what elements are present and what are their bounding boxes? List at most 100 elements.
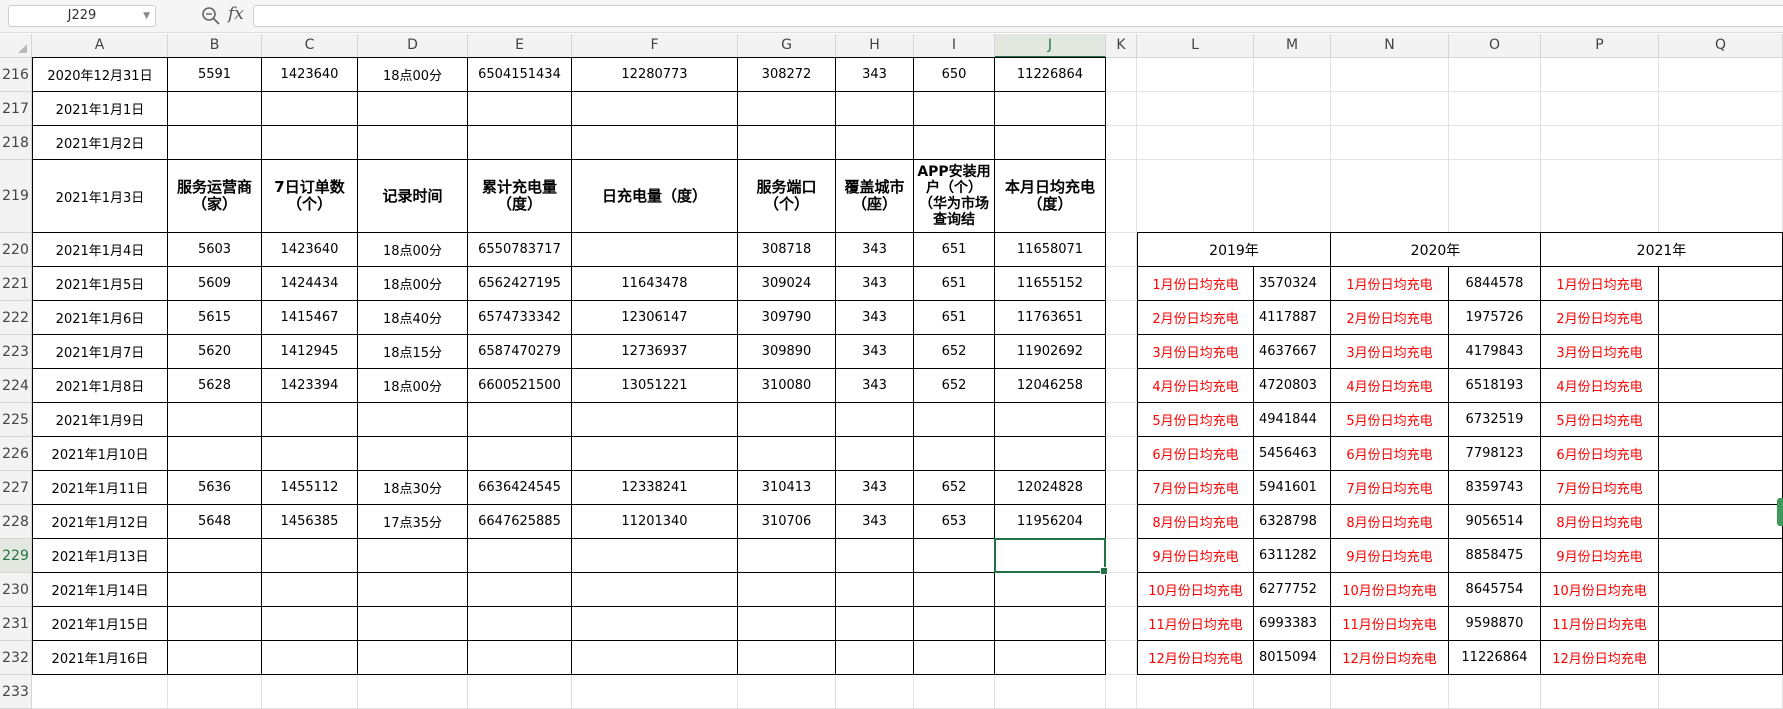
date-cell[interactable]: 2021年1月1日 [32, 92, 168, 126]
table-cell[interactable]: 651 [914, 233, 995, 267]
table-cell[interactable] [262, 641, 358, 675]
month-label[interactable]: 12月份日均充电 [1331, 641, 1449, 675]
month-label[interactable]: 11月份日均充电 [1137, 607, 1254, 641]
table-cell[interactable]: 343 [836, 301, 914, 335]
table-cell[interactable]: 5620 [168, 335, 262, 369]
table-cell[interactable] [572, 573, 738, 607]
table-cell[interactable] [836, 92, 914, 126]
table-cell[interactable] [836, 641, 914, 675]
table-cell[interactable] [468, 539, 572, 573]
table-cell[interactable]: 18点30分 [358, 471, 468, 505]
row-header-225[interactable]: 225 [0, 403, 32, 437]
grid-cell[interactable] [1106, 675, 1137, 709]
value-cell[interactable]: 6518193 [1449, 369, 1541, 403]
table-cell[interactable]: 17点35分 [358, 505, 468, 539]
grid-cell[interactable] [1106, 267, 1137, 301]
table-cell[interactable]: 343 [836, 267, 914, 301]
column-title[interactable]: 7日订单数（个） [262, 160, 358, 233]
table-cell[interactable]: 1423640 [262, 57, 358, 92]
table-cell[interactable]: 6587470279 [468, 335, 572, 369]
date-cell[interactable]: 2021年1月9日 [32, 403, 168, 437]
table-cell[interactable]: 1412945 [262, 335, 358, 369]
formula-input[interactable] [253, 5, 1783, 27]
table-cell[interactable]: 5628 [168, 369, 262, 403]
table-cell[interactable] [836, 126, 914, 160]
select-all-corner[interactable] [0, 34, 32, 58]
value-cell[interactable]: 8015094 [1254, 641, 1331, 675]
table-cell[interactable]: 310080 [738, 369, 836, 403]
grid-cell[interactable] [1541, 58, 1659, 92]
month-label[interactable]: 5月份日均充电 [1541, 403, 1659, 437]
table-cell[interactable]: 12280773 [572, 57, 738, 92]
zoom-icon[interactable] [200, 5, 222, 27]
value-cell[interactable] [1659, 335, 1783, 369]
table-cell[interactable]: 6574733342 [468, 301, 572, 335]
value-cell[interactable]: 4720803 [1254, 369, 1331, 403]
column-header-d[interactable]: D [358, 34, 468, 58]
month-label[interactable]: 1月份日均充电 [1137, 267, 1254, 301]
grid-cell[interactable] [1106, 403, 1137, 437]
grid-cell[interactable] [468, 675, 572, 709]
grid-cell[interactable] [836, 675, 914, 709]
grid-cell[interactable] [1331, 126, 1449, 160]
grid-cell[interactable] [1106, 437, 1137, 471]
date-cell[interactable]: 2021年1月10日 [32, 437, 168, 471]
value-cell[interactable] [1659, 437, 1783, 471]
month-label[interactable]: 10月份日均充电 [1541, 573, 1659, 607]
value-cell[interactable]: 4941844 [1254, 403, 1331, 437]
table-cell[interactable] [468, 573, 572, 607]
row-header-226[interactable]: 226 [0, 437, 32, 471]
table-cell[interactable]: 653 [914, 505, 995, 539]
value-cell[interactable]: 9056514 [1449, 505, 1541, 539]
table-cell[interactable] [995, 437, 1106, 471]
column-header-o[interactable]: O [1449, 34, 1541, 58]
column-header-l[interactable]: L [1137, 34, 1254, 58]
table-cell[interactable]: 5648 [168, 505, 262, 539]
date-cell[interactable]: 2021年1月4日 [32, 233, 168, 267]
column-header-b[interactable]: B [168, 34, 262, 58]
column-title[interactable]: 服务端口（个） [738, 160, 836, 233]
grid-cell[interactable] [1541, 92, 1659, 126]
table-cell[interactable]: 11956204 [995, 505, 1106, 539]
table-cell[interactable] [358, 403, 468, 437]
table-cell[interactable] [262, 539, 358, 573]
table-cell[interactable]: 12024828 [995, 471, 1106, 505]
column-header-p[interactable]: P [1541, 34, 1659, 58]
table-cell[interactable]: 343 [836, 233, 914, 267]
month-label[interactable]: 4月份日均充电 [1137, 369, 1254, 403]
value-cell[interactable]: 6732519 [1449, 403, 1541, 437]
grid-cell[interactable] [1659, 675, 1783, 709]
row-header-232[interactable]: 232 [0, 641, 32, 675]
table-cell[interactable]: 1456385 [262, 505, 358, 539]
grid-cell[interactable] [995, 675, 1106, 709]
table-cell[interactable] [468, 641, 572, 675]
grid-cell[interactable] [1106, 573, 1137, 607]
table-cell[interactable] [995, 573, 1106, 607]
row-header-233[interactable]: 233 [0, 675, 32, 709]
grid-cell[interactable] [1449, 160, 1541, 233]
table-cell[interactable]: 652 [914, 369, 995, 403]
value-cell[interactable]: 6993383 [1254, 607, 1331, 641]
table-cell[interactable] [358, 607, 468, 641]
table-cell[interactable]: 11902692 [995, 335, 1106, 369]
table-cell[interactable]: 18点00分 [358, 369, 468, 403]
date-cell[interactable]: 2020年12月31日 [32, 57, 168, 92]
table-cell[interactable]: 12306147 [572, 301, 738, 335]
value-cell[interactable]: 9598870 [1449, 607, 1541, 641]
month-label[interactable]: 4月份日均充电 [1541, 369, 1659, 403]
grid-cell[interactable] [1137, 126, 1254, 160]
grid-cell[interactable] [1106, 607, 1137, 641]
table-cell[interactable]: 308272 [738, 57, 836, 92]
month-label[interactable]: 6月份日均充电 [1331, 437, 1449, 471]
table-cell[interactable] [914, 539, 995, 573]
row-header-216[interactable]: 216 [0, 58, 32, 92]
table-cell[interactable]: 18点00分 [358, 57, 468, 92]
table-cell[interactable] [168, 539, 262, 573]
grid-cell[interactable] [572, 675, 738, 709]
table-cell[interactable]: 5636 [168, 471, 262, 505]
row-header-220[interactable]: 220 [0, 233, 32, 267]
row-header-229[interactable]: 229 [0, 539, 32, 573]
month-label[interactable]: 11月份日均充电 [1541, 607, 1659, 641]
grid-cell[interactable] [1541, 160, 1659, 233]
date-cell[interactable]: 2021年1月16日 [32, 641, 168, 675]
